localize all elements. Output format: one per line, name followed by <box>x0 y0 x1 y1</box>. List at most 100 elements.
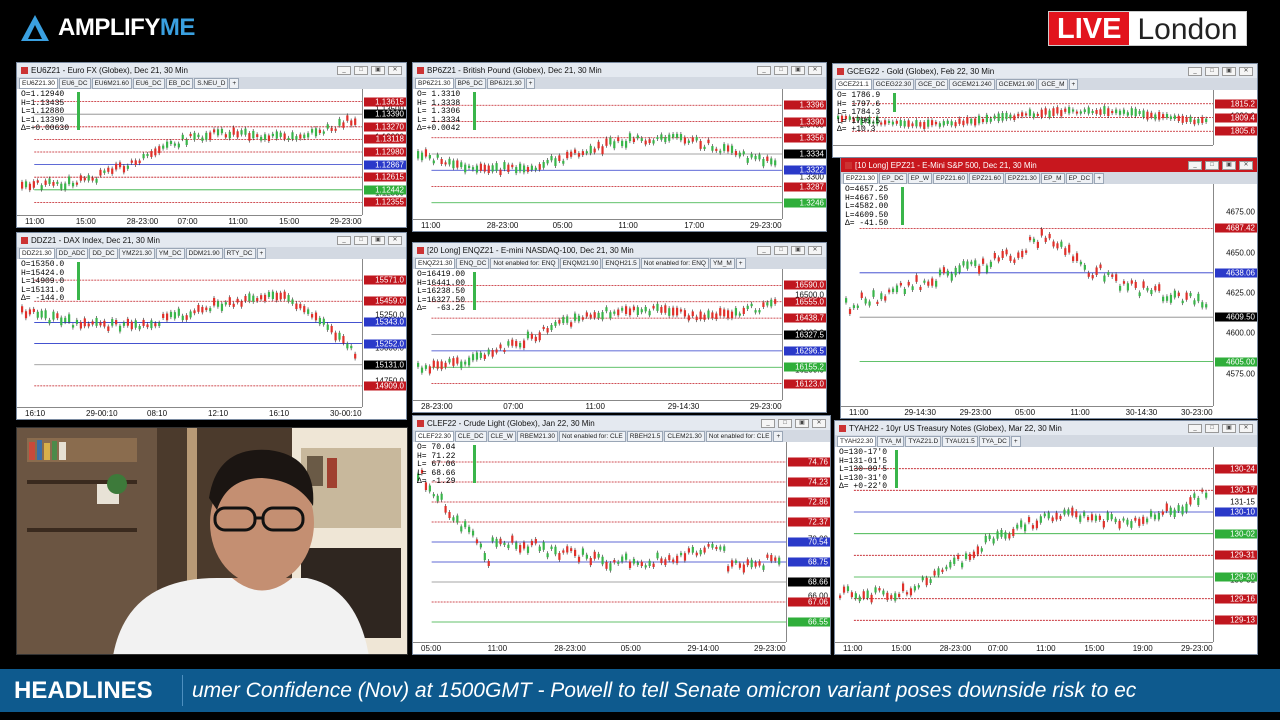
chart-tab[interactable]: CLE_W <box>487 430 516 442</box>
chart-tab[interactable]: GCEM21.90 <box>995 78 1038 90</box>
minimize-button[interactable]: _ <box>757 65 771 75</box>
restore-button[interactable]: □ <box>778 418 792 428</box>
minimize-button[interactable]: _ <box>757 245 771 255</box>
chart-tab[interactable]: YM_M <box>709 257 735 269</box>
chart-tab[interactable]: TYAU21.5 <box>942 435 978 447</box>
chart-tab[interactable]: CLEM21.30 <box>664 430 705 442</box>
chart-tab[interactable]: CLEF22.30 <box>415 430 454 442</box>
minimize-button[interactable]: _ <box>1188 423 1202 433</box>
chart-tab[interactable]: Not enabled for: ENQ <box>640 257 709 269</box>
chart-tab[interactable]: + <box>229 77 240 89</box>
price-chart[interactable]: O=1.12940 H=1.13435 L=1.12880 L=1.13390 … <box>17 89 406 227</box>
chart-tab[interactable]: GCEZ21.1 <box>835 78 872 90</box>
chart-tab[interactable]: YMZ21.30 <box>118 247 155 259</box>
chart-tab[interactable]: + <box>1068 78 1079 90</box>
chart-tab[interactable]: Not enabled for: CLE <box>705 430 773 442</box>
close-button[interactable]: ✕ <box>1239 423 1253 433</box>
candle-body <box>487 349 490 355</box>
restore-button[interactable]: □ <box>774 65 788 75</box>
price-chart[interactable]: O=15350.0 H=15424.0 L=14909.0 L=15131.0 … <box>17 259 406 419</box>
maximize-button[interactable]: ▣ <box>795 418 809 428</box>
chart-tab[interactable]: + <box>256 247 267 259</box>
restore-button[interactable]: □ <box>1205 160 1219 170</box>
chart-tab[interactable]: EP_DC <box>878 172 907 184</box>
chart-tab[interactable]: + <box>773 430 784 442</box>
restore-button[interactable]: □ <box>1205 423 1219 433</box>
chart-tab[interactable]: Not enabled for: ENQ <box>490 257 559 269</box>
chart-tab[interactable]: EU6_DC <box>132 77 165 89</box>
price-chart[interactable]: O= 70.04 H= 71.22 L= 67.06 L= 68.66 Δ= -… <box>413 442 830 654</box>
chart-tab[interactable]: DDZ21.30 <box>19 247 55 259</box>
restore-button[interactable]: □ <box>354 235 368 245</box>
close-button[interactable]: ✕ <box>388 65 402 75</box>
chart-tab[interactable]: GCE_M <box>1038 78 1068 90</box>
chart-tab[interactable]: CLE_DC <box>454 430 487 442</box>
minimize-button[interactable]: _ <box>337 65 351 75</box>
chart-tab[interactable]: TYA_DC <box>978 435 1010 447</box>
close-button[interactable]: ✕ <box>1239 160 1253 170</box>
maximize-button[interactable]: ▣ <box>791 65 805 75</box>
chart-tab[interactable]: BP6Z21.30 <box>415 77 454 89</box>
time-tick: 29-14:00 <box>687 644 719 653</box>
minimize-button[interactable]: _ <box>337 235 351 245</box>
minimize-button[interactable]: _ <box>1188 160 1202 170</box>
chart-tab[interactable]: DDM21.90 <box>185 247 223 259</box>
chart-tab[interactable]: EU6_DC <box>58 77 91 89</box>
restore-button[interactable]: □ <box>1205 66 1219 76</box>
chart-tab[interactable]: + <box>735 257 746 269</box>
chart-tab[interactable]: TYA_M <box>877 435 905 447</box>
chart-tab[interactable]: ENQ_DC <box>456 257 490 269</box>
price-chart[interactable]: O= 1.3310 H= 1.3338 L= 1.3306 L= 1.3334 … <box>413 89 826 231</box>
chart-tab[interactable]: EPZ21.60 <box>933 172 968 184</box>
chart-tab[interactable]: Not enabled for: CLE <box>559 430 626 442</box>
chart-tab[interactable]: TYAH22.30 <box>837 435 877 447</box>
chart-tab[interactable]: YM_DC <box>155 247 185 259</box>
chart-tab[interactable]: BP6J21.30 <box>486 77 525 89</box>
chart-tab[interactable]: + <box>1094 172 1104 184</box>
chart-tab[interactable]: GCE_DC <box>915 78 949 90</box>
price-chart[interactable]: O= 1786.9 H= 1797.6 L= 1784.3 L= 1795.5 … <box>833 90 1257 157</box>
maximize-button[interactable]: ▣ <box>371 65 385 75</box>
close-button[interactable]: ✕ <box>808 245 822 255</box>
chart-tab[interactable]: ENQM21.90 <box>559 257 602 269</box>
maximize-button[interactable]: ▣ <box>1222 66 1236 76</box>
chart-tab[interactable]: DD_ADC <box>55 247 89 259</box>
close-button[interactable]: ✕ <box>388 235 402 245</box>
chart-tab[interactable]: EPZ21.30 <box>843 172 878 184</box>
price-chart[interactable]: O=130-17'0 H=131-01'5 L=130-09'5 L=130-3… <box>835 447 1257 654</box>
close-button[interactable]: ✕ <box>808 65 822 75</box>
chart-tab[interactable]: TYAZ21.D <box>905 435 942 447</box>
price-chart[interactable]: O=4657.25 H=4667.50 L=4582.00 L=4609.50 … <box>841 184 1257 418</box>
chart-tab[interactable]: + <box>1010 435 1021 447</box>
chart-tab[interactable]: S.NEU_D <box>194 77 229 89</box>
chart-tab[interactable]: + <box>525 77 536 89</box>
chart-tab[interactable]: GCEG22.30 <box>872 78 915 90</box>
chart-tab[interactable]: BP6_DC <box>454 77 486 89</box>
chart-tab[interactable]: EB_DC <box>165 77 194 89</box>
chart-tab[interactable]: EU6M21.60 <box>91 77 132 89</box>
close-button[interactable]: ✕ <box>1239 66 1253 76</box>
chart-tab[interactable]: EPZ21.60 <box>968 172 1004 184</box>
chart-tab[interactable]: EPZ21.30 <box>1004 172 1040 184</box>
maximize-button[interactable]: ▣ <box>1222 423 1236 433</box>
chart-tab[interactable]: RBEM21.30 <box>516 430 558 442</box>
minimize-button[interactable]: _ <box>1188 66 1202 76</box>
maximize-button[interactable]: ▣ <box>791 245 805 255</box>
restore-button[interactable]: □ <box>354 65 368 75</box>
chart-tab[interactable]: GCEM21.240 <box>949 78 995 90</box>
minimize-button[interactable]: _ <box>761 418 775 428</box>
chart-tab[interactable]: EU6Z21.30 <box>19 77 58 89</box>
chart-tab[interactable]: EP_M <box>1040 172 1065 184</box>
price-chart[interactable]: O=16419.00 H=16441.00 L=16238.50 L=16327… <box>413 269 826 412</box>
chart-tab[interactable]: RTY_DC <box>223 247 256 259</box>
chart-tab[interactable]: EP_DC <box>1065 172 1094 184</box>
chart-tab[interactable]: RBEH21.5 <box>626 430 664 442</box>
close-button[interactable]: ✕ <box>812 418 826 428</box>
maximize-button[interactable]: ▣ <box>371 235 385 245</box>
chart-tab[interactable]: EP_W <box>907 172 933 184</box>
maximize-button[interactable]: ▣ <box>1222 160 1236 170</box>
restore-button[interactable]: □ <box>774 245 788 255</box>
chart-tab[interactable]: DD_DC <box>89 247 118 259</box>
chart-tab[interactable]: ENQZ21.30 <box>415 257 456 269</box>
chart-tab[interactable]: ENQH21.5 <box>602 257 640 269</box>
